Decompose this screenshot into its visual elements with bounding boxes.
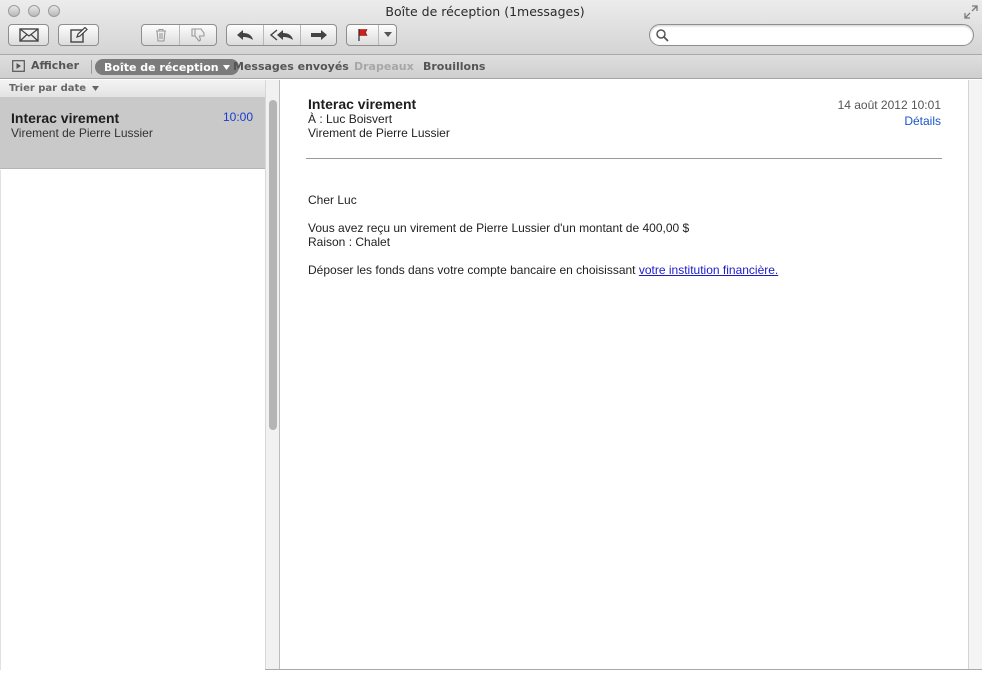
flag-button[interactable] [346,24,397,46]
window-title: Boîte de réception (1messages) [385,4,585,19]
compose-icon [69,27,88,43]
sort-label: Trier par date [9,83,87,94]
window-toolbar: Boîte de réception (1messages) [0,0,982,55]
reply-group [226,24,337,46]
afficher-label: Afficher [31,59,80,72]
viewer-scrollbar[interactable] [968,80,982,670]
message-subject: Virement de Pierre Lussier [11,126,153,140]
chevron-down-icon [222,64,230,70]
get-mail-button[interactable] [8,24,49,46]
message-list-scrollbar[interactable] [265,80,280,670]
chevron-down-icon [91,86,99,91]
flag-toggle[interactable] [347,25,378,45]
favorites-divider [91,60,92,74]
reply-all-button[interactable] [263,25,300,45]
trash-icon [155,28,166,42]
message-sender: Interac virement [11,110,120,126]
favorite-flags[interactable]: Drapeaux [354,60,414,73]
reply-icon [237,30,253,40]
message-header-to: À : Luc Boisvert [308,112,393,126]
forward-button[interactable] [300,25,336,45]
search-field[interactable] [649,24,974,46]
favorite-inbox[interactable]: Boîte de réception [95,59,239,75]
favorite-drafts[interactable]: Brouillons [423,60,485,73]
favorite-inbox-label: Boîte de réception [104,60,219,74]
search-icon [656,29,669,42]
financial-institution-link[interactable]: votre institution financière. [639,263,778,277]
message-date: 14 août 2012 10:01 [837,98,941,112]
favorite-sent[interactable]: Messages envoyés [233,60,349,73]
delete-button[interactable] [142,25,179,45]
fullscreen-icon[interactable] [964,5,978,19]
thumbs-down-icon [191,28,205,42]
reply-button[interactable] [227,25,263,45]
chevron-down-icon [383,32,392,37]
body-paragraph-deposit: Déposer les fonds dans votre compte banc… [308,263,928,277]
forward-icon [310,30,327,40]
envelope-icon [18,28,39,42]
details-link[interactable]: Détails [904,114,941,128]
message-viewer: Interac virement À : Luc Boisvert Vireme… [281,80,968,670]
flag-menu-button[interactable] [378,25,396,45]
reply-all-icon [270,29,293,41]
body-line-deposit: Déposer les fonds dans votre compte banc… [308,263,639,277]
list-left-edge [0,170,1,670]
show-sidebar-icon [12,59,25,72]
flag-icon [357,29,367,41]
window-bottom-edge [265,669,982,670]
message-header-from: Virement de Pierre Lussier [308,126,450,140]
message-list: Trier par date Interac virement 10:00 Vi… [0,80,265,670]
favorites-bar: Afficher Boîte de réception Messages env… [0,55,982,79]
list-item[interactable]: Interac virement 10:00 Virement de Pierr… [0,98,265,169]
junk-button[interactable] [179,25,216,45]
message-time: 10:00 [222,110,253,124]
sort-menu[interactable]: Trier par date [0,80,265,98]
delete-junk-group [141,24,217,46]
body-line-reason: Raison : Chalet [308,235,391,249]
show-mailboxes-button[interactable]: Afficher [12,59,79,72]
message-body: Cher Luc Vous avez reçu un virement de P… [308,193,928,291]
search-input[interactable] [672,27,962,43]
header-divider [306,158,942,159]
body-greeting: Cher Luc [308,193,357,207]
compose-button[interactable] [58,24,99,46]
message-header-subject: Interac virement [308,96,417,112]
scrollbar-thumb[interactable] [269,100,277,430]
body-line-amount: Vous avez reçu un virement de Pierre Lus… [308,221,690,235]
body-paragraph: Vous avez reçu un virement de Pierre Lus… [308,221,928,249]
